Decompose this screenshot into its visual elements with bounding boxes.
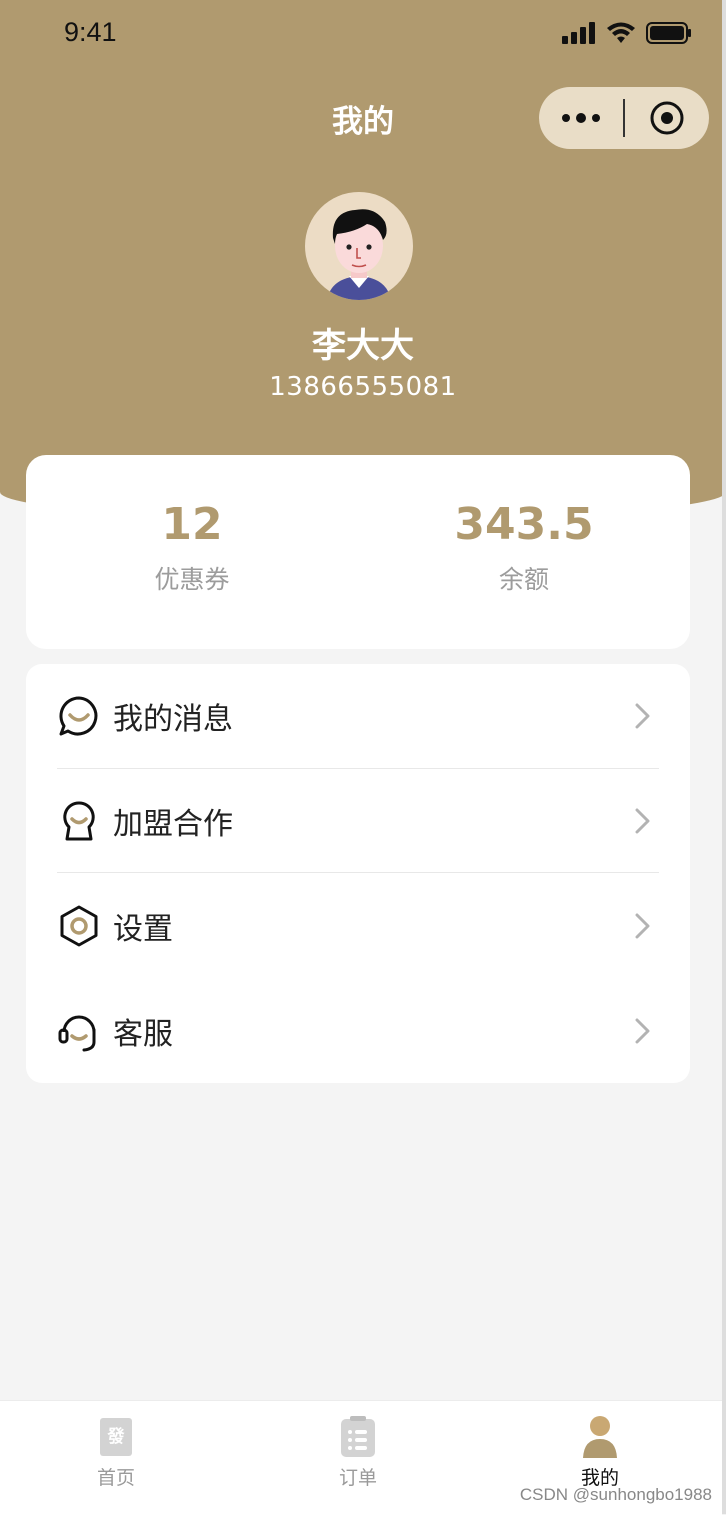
watermark: CSDN @sunhongbo1988: [519, 1485, 712, 1504]
person-icon: [550, 1415, 650, 1459]
window-edge: [722, 0, 726, 1514]
close-mini-program-button[interactable]: [625, 87, 709, 149]
stats-card: 12 优惠券 343.5 余额: [26, 455, 690, 649]
status-icons: [562, 22, 692, 44]
hex-gear-icon: [57, 904, 101, 948]
chevron-right-icon: [631, 911, 655, 941]
menu-card: 我的消息 加盟合作 设置 客服: [26, 664, 690, 1083]
tab-home[interactable]: 發 首页: [66, 1415, 166, 1490]
status-time: 9:41: [64, 17, 117, 47]
coupon-stat[interactable]: 12 优惠券: [26, 455, 358, 649]
order-list-icon: [308, 1415, 408, 1459]
wifi-icon: [607, 22, 635, 43]
chevron-right-icon: [631, 806, 655, 836]
mini-program-capsule: [539, 87, 709, 149]
avatar-illustration: [327, 209, 391, 300]
menu-divider: [57, 872, 659, 873]
user-phone: 13866555081: [269, 372, 457, 402]
avatar[interactable]: [305, 192, 413, 300]
chevron-right-icon: [631, 1016, 655, 1046]
user-name: 李大大: [312, 326, 414, 366]
tab-label: 订单: [338, 1467, 377, 1489]
balance-amount: 343.5: [454, 499, 594, 550]
target-circle-icon: [650, 101, 684, 135]
balance-stat[interactable]: 343.5 余额: [358, 455, 690, 649]
menu-item-label: 加盟合作: [113, 807, 233, 842]
coupon-count: 12: [161, 499, 223, 550]
tab-label: 首页: [96, 1467, 135, 1489]
handshake-person-icon: [57, 799, 101, 843]
menu-item-label: 设置: [113, 912, 173, 947]
battery-icon: [646, 22, 691, 44]
coupon-label: 优惠券: [154, 565, 230, 594]
tab-orders[interactable]: 订单: [308, 1415, 408, 1490]
menu-item-customer-service[interactable]: 客服: [57, 979, 659, 1083]
menu-item-label: 客服: [113, 1017, 173, 1052]
more-button[interactable]: [539, 87, 623, 149]
chat-bubble-icon: [57, 694, 101, 738]
more-dots-icon: [562, 113, 600, 123]
menu-item-label: 我的消息: [113, 702, 233, 737]
home-logo-icon: 發: [66, 1415, 166, 1459]
chevron-right-icon: [631, 701, 655, 731]
menu-item-franchise[interactable]: 加盟合作: [57, 769, 659, 873]
menu-item-settings[interactable]: 设置: [57, 874, 659, 978]
headset-icon: [57, 1009, 101, 1053]
signal-icon: [562, 22, 595, 44]
balance-label: 余额: [498, 565, 549, 594]
menu-item-messages[interactable]: 我的消息: [57, 664, 659, 768]
tab-mine[interactable]: 我的: [550, 1415, 650, 1490]
home-logo-glyph: 發: [100, 1418, 132, 1456]
